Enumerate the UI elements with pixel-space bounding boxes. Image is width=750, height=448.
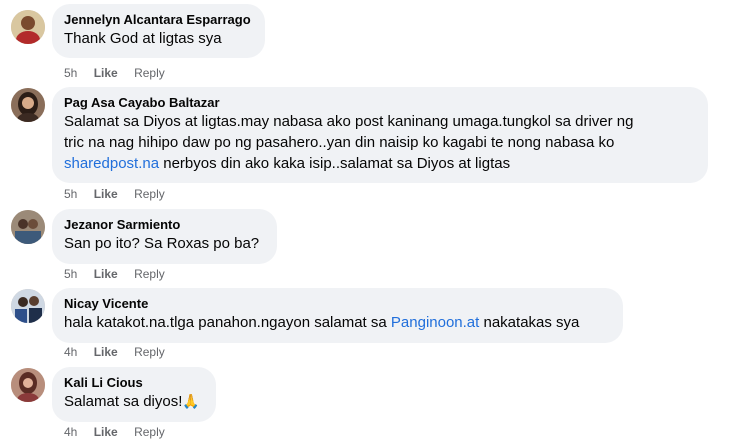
comment-actions: 4h Like Reply: [64, 344, 178, 360]
comment-time[interactable]: 4h: [64, 424, 77, 440]
reply-button[interactable]: Reply: [134, 65, 165, 81]
comment-text: San po ito? Sa Roxas po ba?: [64, 235, 260, 252]
comment-text: Thank God at ligtas sya: [64, 30, 222, 47]
folded-hands-icon: 🙏: [182, 393, 200, 409]
comment-author[interactable]: Nicay Vicente: [64, 295, 611, 312]
comment-time[interactable]: 5h: [64, 266, 77, 282]
comment-actions: 5h Like Reply: [64, 65, 178, 81]
comment-author[interactable]: Jennelyn Alcantara Esparrago: [64, 11, 253, 28]
comment-thread: Jennelyn Alcantara Esparrago Thank God a…: [0, 0, 750, 448]
reply-button[interactable]: Reply: [134, 344, 165, 360]
comment-author[interactable]: Pag Asa Cayabo Baltazar: [64, 94, 696, 111]
like-button[interactable]: Like: [94, 266, 118, 282]
reply-button[interactable]: Reply: [134, 186, 165, 202]
reply-button[interactable]: Reply: [134, 424, 165, 440]
comment-text-part: hala katakot.na.tlga panahon.ngayon sala…: [64, 314, 391, 331]
comment-text-part: nakatakas sya: [479, 314, 580, 331]
comment-link[interactable]: sharedpost.na: [64, 155, 159, 172]
avatar[interactable]: [11, 210, 45, 244]
comment-actions: 5h Like Reply: [64, 266, 178, 282]
avatar[interactable]: [11, 289, 45, 323]
comment-time[interactable]: 4h: [64, 344, 77, 360]
comment-author[interactable]: Kali Li Cious: [64, 374, 204, 391]
comment-text: Salamat sa Diyos at ligtas.may nabasa ak…: [64, 111, 696, 174]
comment-text-line: nerbyos din ako kaka isip..salamat sa Di…: [159, 155, 511, 172]
like-button[interactable]: Like: [94, 186, 118, 202]
comment-bubble: Jennelyn Alcantara Esparrago Thank God a…: [52, 4, 265, 58]
avatar[interactable]: [11, 10, 45, 44]
comment-text: hala katakot.na.tlga panahon.ngayon sala…: [64, 312, 611, 333]
like-button[interactable]: Like: [94, 65, 118, 81]
comment-text-line: tric na nag hihipo daw po ng pasahero..y…: [64, 134, 615, 151]
comment-text: Salamat sa diyos!🙏: [64, 391, 204, 412]
reply-button[interactable]: Reply: [134, 266, 165, 282]
comment-bubble: Kali Li Cious Salamat sa diyos!🙏: [52, 367, 216, 422]
comment-text-part: Salamat sa diyos!: [64, 393, 183, 410]
comment-bubble: Jezanor Sarmiento San po ito? Sa Roxas p…: [52, 209, 277, 264]
comment-text-line: Salamat sa Diyos at ligtas.may nabasa ak…: [64, 113, 634, 130]
comment-actions: 5h Like Reply: [64, 186, 178, 202]
comment-time[interactable]: 5h: [64, 186, 77, 202]
comment-link[interactable]: Panginoon.at: [391, 314, 479, 331]
avatar[interactable]: [11, 88, 45, 122]
comment-bubble: Pag Asa Cayabo Baltazar Salamat sa Diyos…: [52, 87, 708, 183]
comment-time[interactable]: 5h: [64, 65, 77, 81]
avatar[interactable]: [11, 368, 45, 402]
like-button[interactable]: Like: [94, 424, 118, 440]
comment-bubble: Nicay Vicente hala katakot.na.tlga panah…: [52, 288, 623, 343]
like-button[interactable]: Like: [94, 344, 118, 360]
comment-actions: 4h Like Reply: [64, 424, 178, 440]
comment-author[interactable]: Jezanor Sarmiento: [64, 216, 265, 233]
